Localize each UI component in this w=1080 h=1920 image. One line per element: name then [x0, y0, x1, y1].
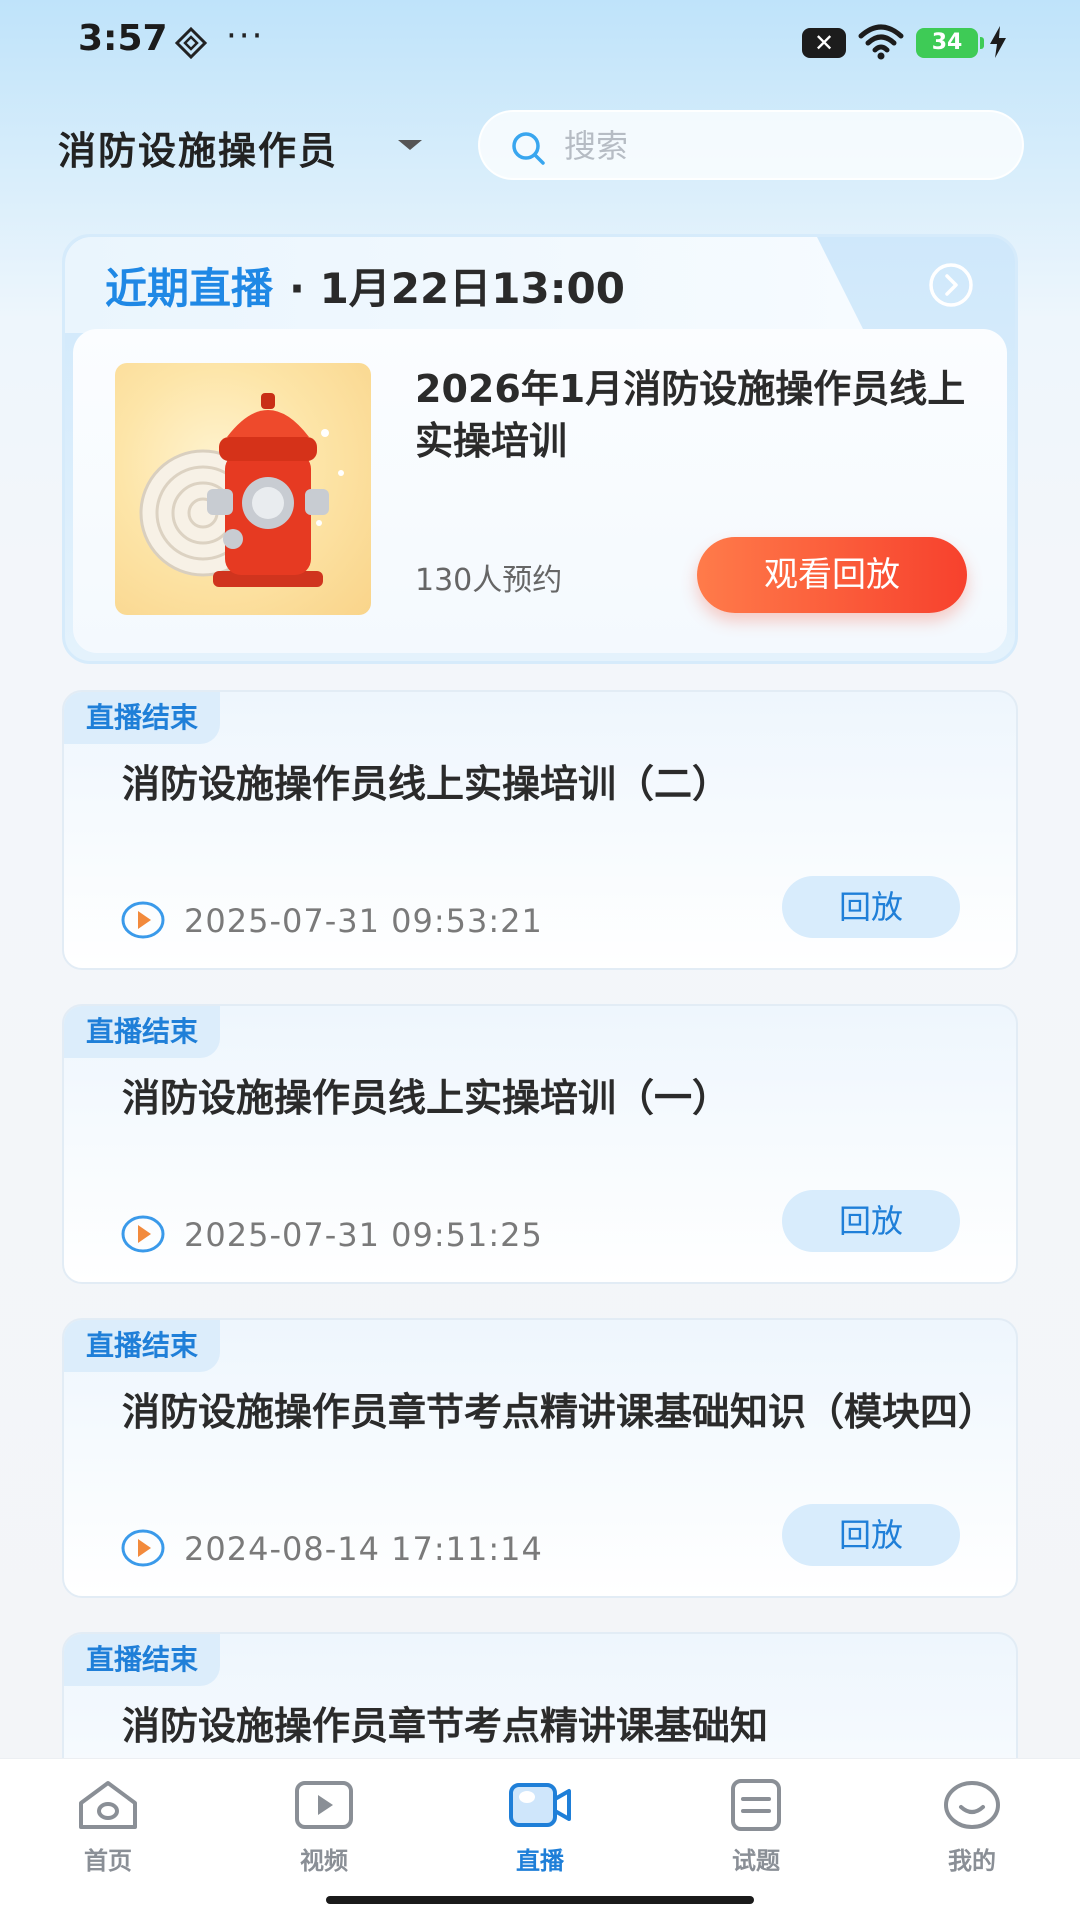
profile-icon — [944, 1781, 1000, 1829]
battery-icon: 34 — [916, 28, 984, 58]
nav-home-label: 首页 — [84, 1847, 132, 1875]
nav-home[interactable]: 首页 — [38, 1779, 178, 1889]
session-card[interactable]: 直播结束 消防设施操作员线上实操培训（一） 2025-07-31 09:51:2… — [62, 1004, 1018, 1284]
replay-button[interactable]: 回放 — [782, 1190, 960, 1252]
play-circle-icon — [121, 1215, 165, 1253]
status-bar: 3:57 ··· ✕ 34 — [0, 0, 1080, 84]
reservation-count: 130人预约 — [415, 563, 563, 598]
session-date: 2025-07-31 09:53:21 — [184, 902, 543, 940]
live-ended-badge: 直播结束 — [64, 1634, 221, 1686]
live-ended-badge: 直播结束 — [64, 1320, 221, 1372]
home-indicator — [326, 1896, 754, 1904]
nav-quiz-label: 试题 — [732, 1847, 780, 1875]
home-icon — [79, 1781, 137, 1829]
status-time: 3:57 — [78, 18, 168, 59]
live-camera-icon — [509, 1783, 571, 1827]
search-icon — [512, 132, 545, 165]
chevron-down-icon[interactable] — [398, 140, 422, 150]
search-bar[interactable] — [478, 110, 1024, 180]
session-date: 2025-07-31 09:51:25 — [184, 1216, 543, 1254]
search-input[interactable] — [564, 124, 984, 168]
session-card[interactable]: 直播结束 消防设施操作员章节考点精讲课基础知识（模块四） 2024-08-14 … — [62, 1318, 1018, 1598]
nav-profile[interactable]: 我的 — [902, 1779, 1042, 1889]
fire-hydrant-thumbnail — [115, 363, 371, 615]
play-circle-icon — [121, 901, 165, 939]
nav-video-label: 视频 — [300, 1847, 348, 1875]
chevron-right-circle-icon[interactable] — [927, 261, 975, 309]
session-title: 消防设施操作员章节考点精讲课基础知 — [122, 1704, 769, 1748]
more-status-icon: ··· — [226, 16, 265, 56]
live-ended-badge: 直播结束 — [64, 692, 221, 744]
upcoming-live-body: 2026年1月消防设施操作员线上实操培训 130人预约 观看回放 — [73, 329, 1007, 653]
category-selector[interactable]: 消防设施操作员 — [58, 120, 338, 175]
close-notification-icon: ✕ — [802, 28, 846, 58]
replay-button[interactable]: 回放 — [782, 1504, 960, 1566]
wifi-icon — [858, 24, 904, 60]
nav-live-label: 直播 — [516, 1847, 564, 1875]
nav-quiz[interactable]: 试题 — [686, 1779, 826, 1889]
replay-button[interactable]: 回放 — [782, 876, 960, 938]
play-circle-icon — [121, 1529, 165, 1567]
upcoming-live-title: 2026年1月消防设施操作员线上实操培训 — [415, 367, 966, 463]
session-card[interactable]: 直播结束 消防设施操作员线上实操培训（二） 2025-07-31 09:53:2… — [62, 690, 1018, 970]
session-title: 消防设施操作员线上实操培训（一） — [122, 1076, 731, 1120]
nav-live[interactable]: 直播 — [470, 1779, 610, 1889]
session-title: 消防设施操作员线上实操培训（二） — [122, 762, 731, 806]
video-icon — [295, 1781, 353, 1829]
charging-icon — [990, 26, 1006, 58]
live-ended-badge: 直播结束 — [64, 1006, 221, 1058]
upcoming-live-time: · 1月22日13:00 — [289, 264, 625, 313]
upcoming-live-card[interactable]: 近期直播 · 1月22日13:00 2026年1月消防设施操作员线上实操培训 1… — [62, 234, 1018, 664]
upcoming-live-heading: 近期直播 — [105, 264, 274, 313]
nav-video[interactable]: 视频 — [254, 1779, 394, 1889]
nav-profile-label: 我的 — [948, 1847, 996, 1875]
quiz-icon — [731, 1779, 781, 1831]
fire-hydrant-illustration — [139, 393, 344, 587]
session-date: 2024-08-14 17:11:14 — [184, 1530, 543, 1568]
session-title: 消防设施操作员章节考点精讲课基础知识（模块四） — [122, 1390, 997, 1434]
watch-replay-button[interactable]: 观看回放 — [697, 537, 967, 613]
nfc-icon — [174, 26, 208, 60]
